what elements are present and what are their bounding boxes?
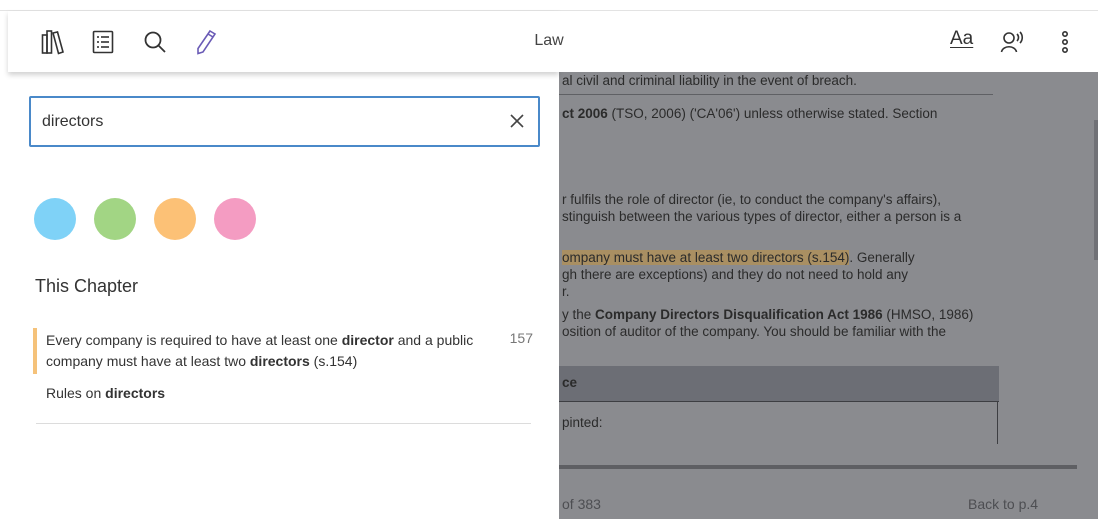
- library-icon[interactable]: [38, 27, 68, 57]
- search-highlight[interactable]: ompany must have at least two directors …: [562, 250, 850, 265]
- page-progress-bar[interactable]: [559, 465, 1077, 469]
- page-indicator: of 383: [562, 496, 601, 512]
- reader-line: y the Company Directors Disqualification…: [562, 307, 974, 322]
- reader-line: r fulfils the role of director (ie, to c…: [562, 192, 941, 207]
- highlight-color-green[interactable]: [94, 198, 136, 240]
- reader-line: ct 2006 (TSO, 2006) ('CA'06') unless oth…: [562, 106, 938, 121]
- search-icon[interactable]: [140, 27, 170, 57]
- reader-line: ompany must have at least two directors …: [562, 250, 915, 265]
- reading-pane[interactable]: al civil and criminal liability in the e…: [559, 72, 1098, 519]
- reader-line: gh there are exceptions) and they do not…: [562, 267, 908, 282]
- text-size-icon[interactable]: Aa: [950, 28, 973, 50]
- close-icon[interactable]: [506, 110, 528, 132]
- reader-line: stinguish between the various types of d…: [562, 209, 962, 224]
- search-panel: This Chapter Every company is required t…: [0, 72, 559, 519]
- read-aloud-icon[interactable]: [998, 27, 1028, 57]
- back-link[interactable]: Back to p.4: [968, 496, 1038, 512]
- section-title: This Chapter: [35, 276, 139, 296]
- reader-line: al civil and criminal liability in the e…: [562, 73, 857, 88]
- top-toolbar: [8, 11, 1098, 72]
- result-highlight-bar: [33, 328, 37, 374]
- more-icon[interactable]: [1050, 27, 1080, 57]
- search-box: [29, 96, 540, 147]
- search-input[interactable]: [42, 98, 482, 145]
- reader-line: osition of auditor of the company. You s…: [562, 324, 946, 339]
- results-divider: [36, 423, 531, 424]
- contents-icon[interactable]: [88, 27, 118, 57]
- table-border: [997, 402, 998, 444]
- reader-divider: [559, 94, 993, 95]
- highlight-color-pink[interactable]: [214, 198, 256, 240]
- table-header: ce: [559, 366, 999, 402]
- reader-scrollbar[interactable]: [1094, 120, 1098, 260]
- search-result[interactable]: Rules on directors: [46, 385, 165, 401]
- pencil-icon[interactable]: [191, 27, 221, 57]
- highlight-color-blue[interactable]: [34, 198, 76, 240]
- table-cell: pinted:: [562, 415, 603, 430]
- result-page-number: 157: [509, 330, 533, 346]
- search-result[interactable]: Every company is required to have at lea…: [33, 328, 533, 374]
- reader-line: r.: [562, 284, 570, 299]
- highlight-color-orange[interactable]: [154, 198, 196, 240]
- result-snippet: Every company is required to have at lea…: [46, 332, 474, 369]
